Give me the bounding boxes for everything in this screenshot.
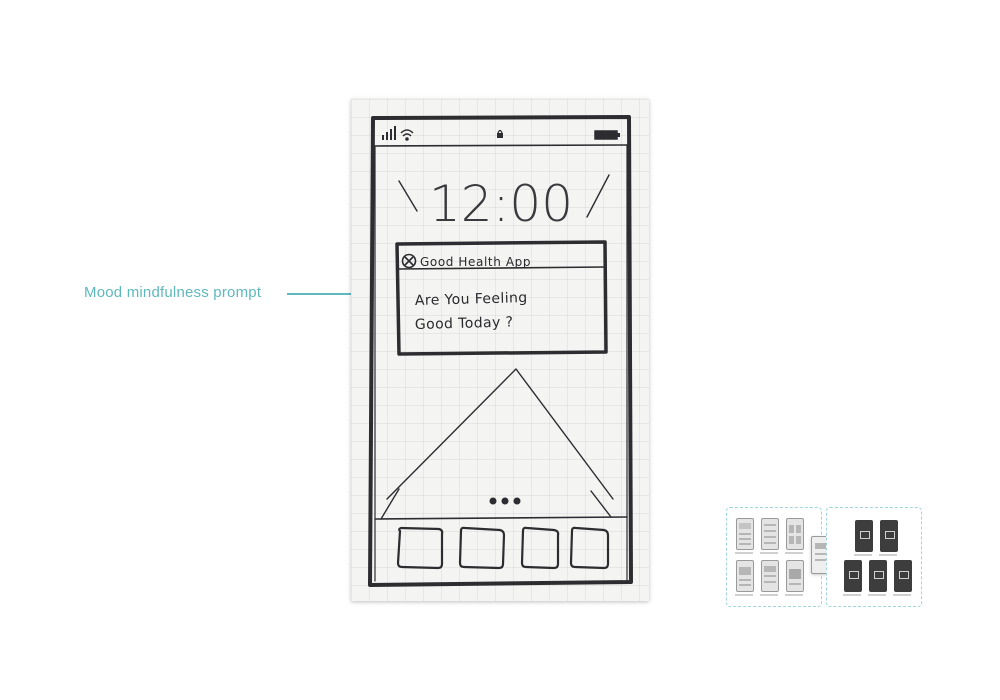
thumbnail-tile[interactable] (855, 520, 873, 552)
lock-screen-clock: 12:00 (429, 175, 573, 233)
app-close-icon (401, 253, 417, 269)
dock-app-icon-2 (458, 526, 506, 570)
dock-app-icon-1 (396, 526, 444, 570)
wallpaper-placeholder-lines (386, 368, 614, 500)
wireframe-thumbnails-dark[interactable] (826, 507, 922, 607)
thumbnail-tile[interactable] (736, 518, 754, 550)
thumbnail-tile[interactable] (880, 520, 898, 552)
battery-icon (594, 130, 620, 140)
annotation-label: Mood mindfulness prompt (84, 284, 262, 301)
status-bar-divider (374, 144, 628, 147)
thumbnail-tile[interactable] (894, 560, 912, 592)
wireframe-thumbnails-light[interactable] (726, 507, 822, 607)
notification-message-line-2: Good Today ? (415, 314, 514, 333)
thumbnail-tile[interactable] (761, 560, 779, 592)
thumbnail-tile[interactable] (786, 560, 804, 592)
signal-icon (382, 126, 396, 140)
notification-app-name: Good Health App (420, 255, 531, 269)
thumbnail-tile[interactable] (761, 518, 779, 550)
page-indicator-dots (489, 497, 521, 505)
dock-divider (374, 516, 628, 520)
dock-app-icon-4 (569, 526, 610, 570)
wifi-icon (400, 129, 414, 141)
phone-sketch: 12:00 Good Health App Are You Feeling Go… (368, 115, 633, 587)
thumbnail-tile[interactable] (869, 560, 887, 592)
thumbnail-tile[interactable] (736, 560, 754, 592)
lock-icon (497, 129, 503, 138)
notification-message-line-1: Are You Feeling (415, 290, 528, 309)
sketch-paper: 12:00 Good Health App Are You Feeling Go… (351, 99, 649, 601)
thumbnail-tile[interactable] (844, 560, 862, 592)
dock-app-icon-3 (520, 526, 560, 570)
thumbnail-tile[interactable] (786, 518, 804, 550)
